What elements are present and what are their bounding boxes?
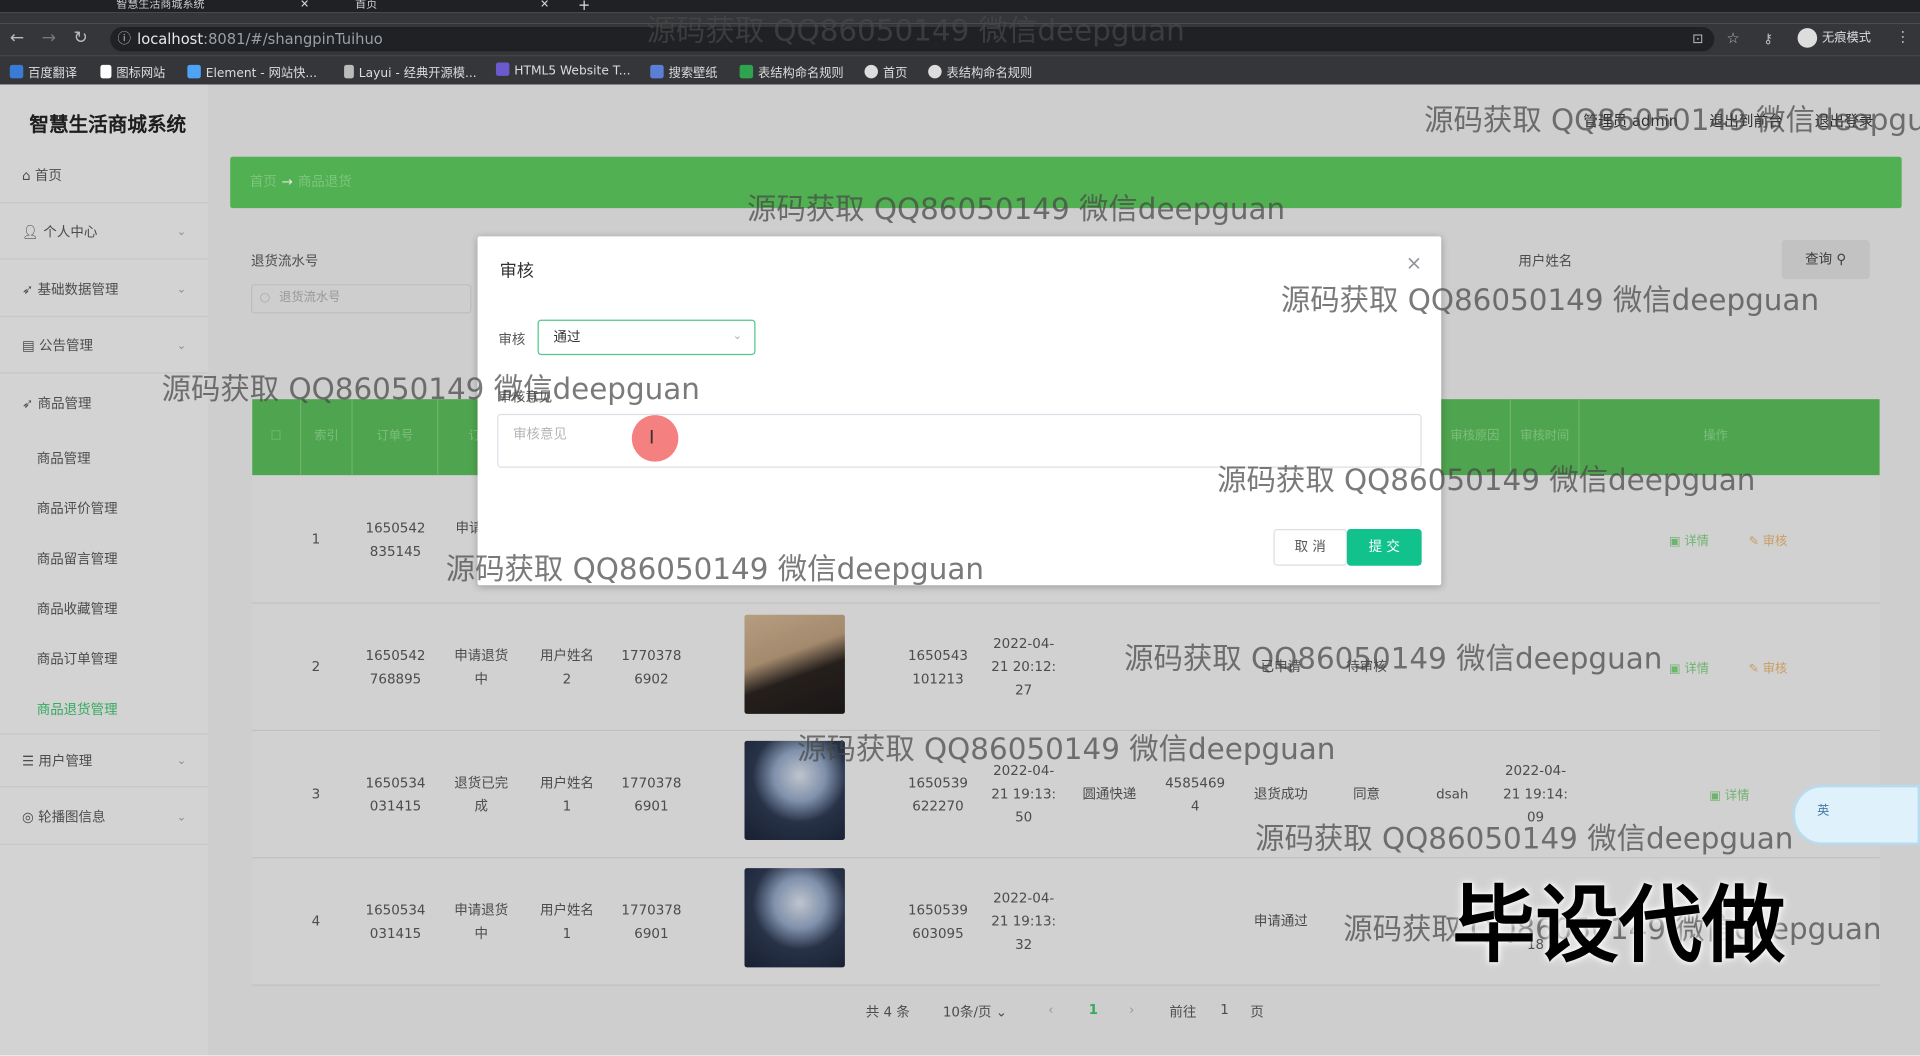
audit-selected-value: 通过 bbox=[553, 329, 581, 346]
back-icon[interactable]: ← bbox=[10, 28, 24, 48]
bookmarks-bar: 百度翻译 图标网站 Element - 网站快... Layui - 经典开源模… bbox=[0, 55, 1920, 85]
audit-dialog: 审核 × 审核 通过 ⌄ 审核意见 审核意见 I 取 消 提 交 bbox=[477, 236, 1442, 586]
bookmark-item[interactable]: Element - 网站快... bbox=[187, 62, 317, 81]
bookmark-item[interactable]: Layui - 经典开源模... bbox=[344, 62, 477, 81]
banner-text: 毕设代做 bbox=[1452, 877, 1786, 975]
audit-select[interactable]: 通过 ⌄ bbox=[537, 319, 756, 356]
new-tab-icon[interactable]: + bbox=[578, 0, 590, 12]
address-bar-row: ← → ↻ ⓘ localhost:8081/#/shangpinTuihuo … bbox=[0, 23, 1920, 56]
close-tab-icon[interactable]: ✕ bbox=[300, 0, 309, 12]
url-path: :8081/#/shangpinTuihuo bbox=[203, 30, 383, 48]
globe-icon bbox=[928, 64, 942, 79]
bookmark-item[interactable]: 搜索壁纸 bbox=[650, 62, 718, 81]
element-icon bbox=[187, 64, 201, 79]
bookmark-item[interactable]: 图标网站 bbox=[100, 62, 165, 81]
dialog-title: 审核 bbox=[499, 262, 534, 282]
bookmark-item[interactable]: 首页 bbox=[864, 62, 907, 81]
incognito-indicator[interactable]: 无痕模式 bbox=[1797, 27, 1872, 48]
bookmark-item[interactable]: 百度翻译 bbox=[9, 62, 77, 81]
click-indicator bbox=[631, 415, 679, 462]
audit-label: 审核 bbox=[498, 331, 526, 348]
tab-strip-gap bbox=[0, 12, 1920, 24]
bookmark-item[interactable]: HTML5 Website T... bbox=[495, 62, 630, 78]
ime-label: 英 bbox=[1817, 804, 1830, 818]
opinion-label: 审核意见 bbox=[498, 389, 553, 406]
wallpaper-icon bbox=[650, 64, 664, 79]
url-host: localhost bbox=[137, 30, 204, 48]
layui-icon bbox=[344, 64, 354, 79]
html5-icon bbox=[495, 62, 510, 76]
opinion-placeholder: 审核意见 bbox=[513, 426, 567, 443]
close-tab-icon[interactable]: ✕ bbox=[540, 0, 549, 12]
text-cursor-icon: I bbox=[648, 426, 655, 449]
sheet-icon bbox=[739, 64, 754, 79]
submit-button[interactable]: 提 交 bbox=[1346, 528, 1422, 566]
incognito-label: 无痕模式 bbox=[1822, 31, 1872, 46]
incognito-icon bbox=[1797, 28, 1818, 48]
close-icon[interactable]: × bbox=[1406, 251, 1422, 274]
globe-icon bbox=[864, 64, 878, 79]
chevron-down-icon: ⌄ bbox=[732, 330, 743, 343]
bookmark-item[interactable]: 表结构命名规则 bbox=[928, 62, 1032, 81]
bookmark-item[interactable]: 表结构命名规则 bbox=[739, 62, 844, 81]
ime-floating-widget[interactable]: 英 bbox=[1792, 784, 1920, 845]
info-icon[interactable]: ⓘ bbox=[118, 27, 131, 51]
star-icon[interactable]: ☆ bbox=[1727, 29, 1740, 46]
forward-icon[interactable]: → bbox=[42, 28, 56, 48]
cancel-button[interactable]: 取 消 bbox=[1273, 528, 1347, 566]
reload-icon[interactable]: ↻ bbox=[73, 28, 87, 48]
key-icon[interactable]: ⚷ bbox=[1763, 31, 1773, 47]
translate-icon[interactable]: ⊡ bbox=[1692, 31, 1703, 47]
browser-tab-bar: 智慧生活商城系统 ✕ 首页 ✕ + bbox=[0, 0, 1920, 13]
translate-app-icon bbox=[9, 64, 24, 79]
menu-icon[interactable]: ⋮ bbox=[1896, 28, 1911, 45]
browser-tab-app[interactable]: 智慧生活商城系统 bbox=[116, 0, 300, 12]
url-field[interactable]: ⓘ localhost:8081/#/shangpinTuihuo bbox=[110, 26, 1715, 52]
browser-tab-home[interactable]: 首页 bbox=[355, 0, 526, 12]
flag-icon bbox=[100, 64, 112, 79]
